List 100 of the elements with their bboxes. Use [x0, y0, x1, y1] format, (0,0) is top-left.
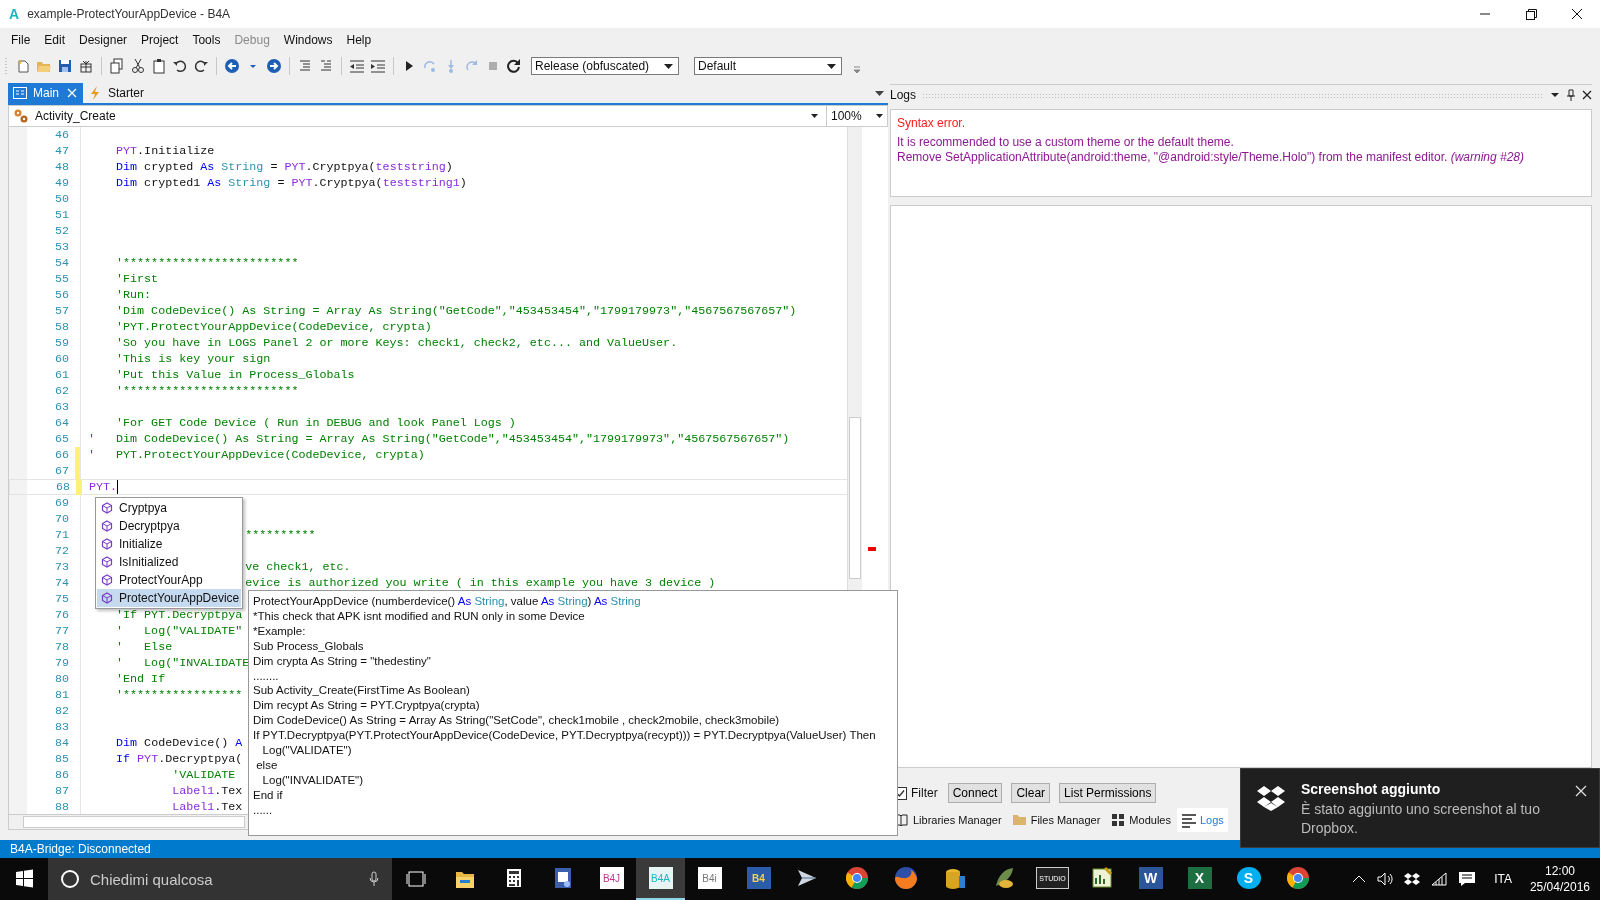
- app-icon: B4i: [697, 867, 722, 889]
- line-number: 66: [53, 448, 69, 462]
- autocomplete-item[interactable]: ProtectYourAppDevice: [97, 589, 241, 607]
- line-number: 53: [53, 240, 69, 254]
- box-icon: [1257, 785, 1285, 811]
- copy-icon[interactable]: [109, 58, 125, 74]
- line-number: 87: [53, 784, 69, 798]
- message-icon[interactable]: [1458, 871, 1477, 887]
- line-number: 69: [53, 496, 69, 510]
- gears-icon: [13, 108, 29, 124]
- clock-time[interactable]: 12:00: [1544, 863, 1575, 879]
- grip-icon[interactable]: [4, 56, 8, 76]
- line-number: 51: [53, 208, 69, 222]
- tooltip-text: End if: [253, 787, 284, 803]
- panel-button[interactable]: Clear: [1011, 783, 1051, 803]
- line-number: 63: [53, 400, 69, 414]
- box-icon[interactable]: [1404, 871, 1421, 887]
- panel-tab[interactable]: Logs: [1176, 808, 1228, 832]
- caret-icon: [664, 63, 673, 69]
- app-icon: B4A: [648, 867, 673, 889]
- code-line: 'This is key your sign: [80, 351, 271, 367]
- code-line: 'First: [80, 271, 159, 287]
- panel-tab[interactable]: Modules: [1106, 808, 1175, 832]
- lines-icon[interactable]: [318, 58, 334, 74]
- notification[interactable]: Screenshot aggiunto È stato aggiunto uno screenshot al tuo Dropbox.: [1240, 768, 1600, 848]
- dropdown[interactable]: Default: [694, 57, 842, 75]
- line-number: 59: [53, 336, 69, 350]
- scissors-icon[interactable]: [130, 58, 146, 74]
- line-number: 60: [53, 352, 69, 366]
- taskbar-button[interactable]: X: [1175, 858, 1224, 900]
- caret-icon: [827, 63, 836, 69]
- app-icon: B4J: [599, 867, 624, 889]
- code-line: 'PYT.ProtectYourAppDevice(CodeDevice, crypta): [80, 319, 432, 335]
- autocomplete-item[interactable]: Cryptpya: [97, 499, 241, 517]
- tooltip-text: ......: [253, 802, 274, 818]
- log-message: Remove SetApplicationAttribute(android:theme, "@android:style/Theme.Holo") from the manifest editor. (warning #28): [897, 150, 1525, 165]
- tooltip-text: else: [255, 757, 279, 773]
- panel-tab[interactable]: Files Manager: [1007, 808, 1105, 832]
- code-line: 'Put this Value in Process_Globals: [80, 367, 355, 383]
- line-number: 74: [53, 576, 69, 590]
- code-line: 'For GET Code Device ( Run in DEBUG and look Panel Logs ): [80, 415, 516, 431]
- line-number: 54: [53, 256, 69, 270]
- outdent-icon[interactable]: [349, 58, 365, 74]
- menu-item[interactable]: Designer: [72, 31, 135, 49]
- cube-icon: [101, 520, 113, 532]
- menu-item[interactable]: File: [4, 31, 38, 49]
- app-icon: S: [1236, 867, 1261, 889]
- line-number: 76: [53, 608, 69, 622]
- code-line: '*************************: [80, 383, 299, 399]
- line-number: 85: [53, 752, 69, 766]
- chevron-up-icon[interactable]: [1352, 874, 1367, 884]
- menu-item[interactable]: Project: [134, 31, 186, 49]
- package-icon[interactable]: [78, 58, 94, 74]
- lines-icon[interactable]: [297, 58, 313, 74]
- editor-tab[interactable]: Starter: [83, 83, 151, 103]
- caret-icon[interactable]: [1550, 90, 1560, 100]
- line-number: 70: [53, 512, 69, 526]
- dropdown[interactable]: Activity_Create: [9, 106, 824, 126]
- lines-icon: [1180, 812, 1197, 828]
- wifi-icon[interactable]: [1430, 871, 1449, 887]
- undo-icon[interactable]: [172, 58, 188, 74]
- caret-icon[interactable]: [875, 90, 884, 96]
- language-indicator[interactable]: ITA: [1494, 872, 1512, 886]
- close-icon[interactable]: [1582, 90, 1592, 100]
- code-line: '*************************: [80, 255, 299, 271]
- indent-icon[interactable]: [370, 58, 386, 74]
- menu-item[interactable]: Help: [339, 31, 379, 49]
- clipboard-icon[interactable]: [151, 58, 167, 74]
- app-icon: X: [1187, 867, 1212, 889]
- taskbar-button[interactable]: W: [1126, 858, 1175, 900]
- log-message: Syntax error.: [897, 116, 967, 131]
- panel-button[interactable]: Connect: [947, 783, 1003, 803]
- taskbar-button[interactable]: B4: [734, 858, 783, 900]
- code-line: Label1.Tex: [80, 783, 243, 799]
- menu-item[interactable]: Tools: [185, 31, 228, 49]
- taskbar-button[interactable]: B4i: [685, 858, 734, 900]
- search-field[interactable]: Chiedimi qualcosa: [48, 858, 392, 900]
- speaker-icon[interactable]: [1376, 871, 1395, 887]
- line-number: 61: [53, 368, 69, 382]
- restart-icon[interactable]: [506, 58, 522, 74]
- overflow-icon[interactable]: [853, 65, 861, 75]
- new-file-icon[interactable]: [15, 58, 31, 74]
- code-line: Dim crypted1 As String = PYT.Cryptpya(teststring1): [80, 175, 467, 191]
- menu-item[interactable]: Windows: [276, 31, 340, 49]
- line-number: 58: [53, 320, 69, 334]
- code-line: PYT.: [81, 479, 119, 495]
- pin-icon[interactable]: [1566, 89, 1576, 101]
- clock-date[interactable]: 25/04/2016: [1529, 879, 1590, 895]
- tooltip-text: Dim crypta As String = "thedestiny": [253, 653, 432, 669]
- line-number: 82: [53, 704, 69, 718]
- editor-tab[interactable]: Main: [8, 83, 83, 103]
- redo-icon[interactable]: [193, 58, 209, 74]
- zoom-dropdown[interactable]: 100%: [826, 106, 887, 126]
- taskbar-button[interactable]: B4J: [587, 858, 636, 900]
- microphone-icon: [368, 871, 380, 887]
- dropdown[interactable]: Release (obfuscated): [531, 57, 679, 75]
- circle-icon: [60, 869, 80, 889]
- code-line: 'So you have in LOGS Panel 2 or more Keys: check1, check2, etc... and ValueUser.: [80, 335, 678, 351]
- panel-button[interactable]: List Permissions: [1059, 783, 1157, 803]
- menu-item[interactable]: Edit: [37, 31, 73, 49]
